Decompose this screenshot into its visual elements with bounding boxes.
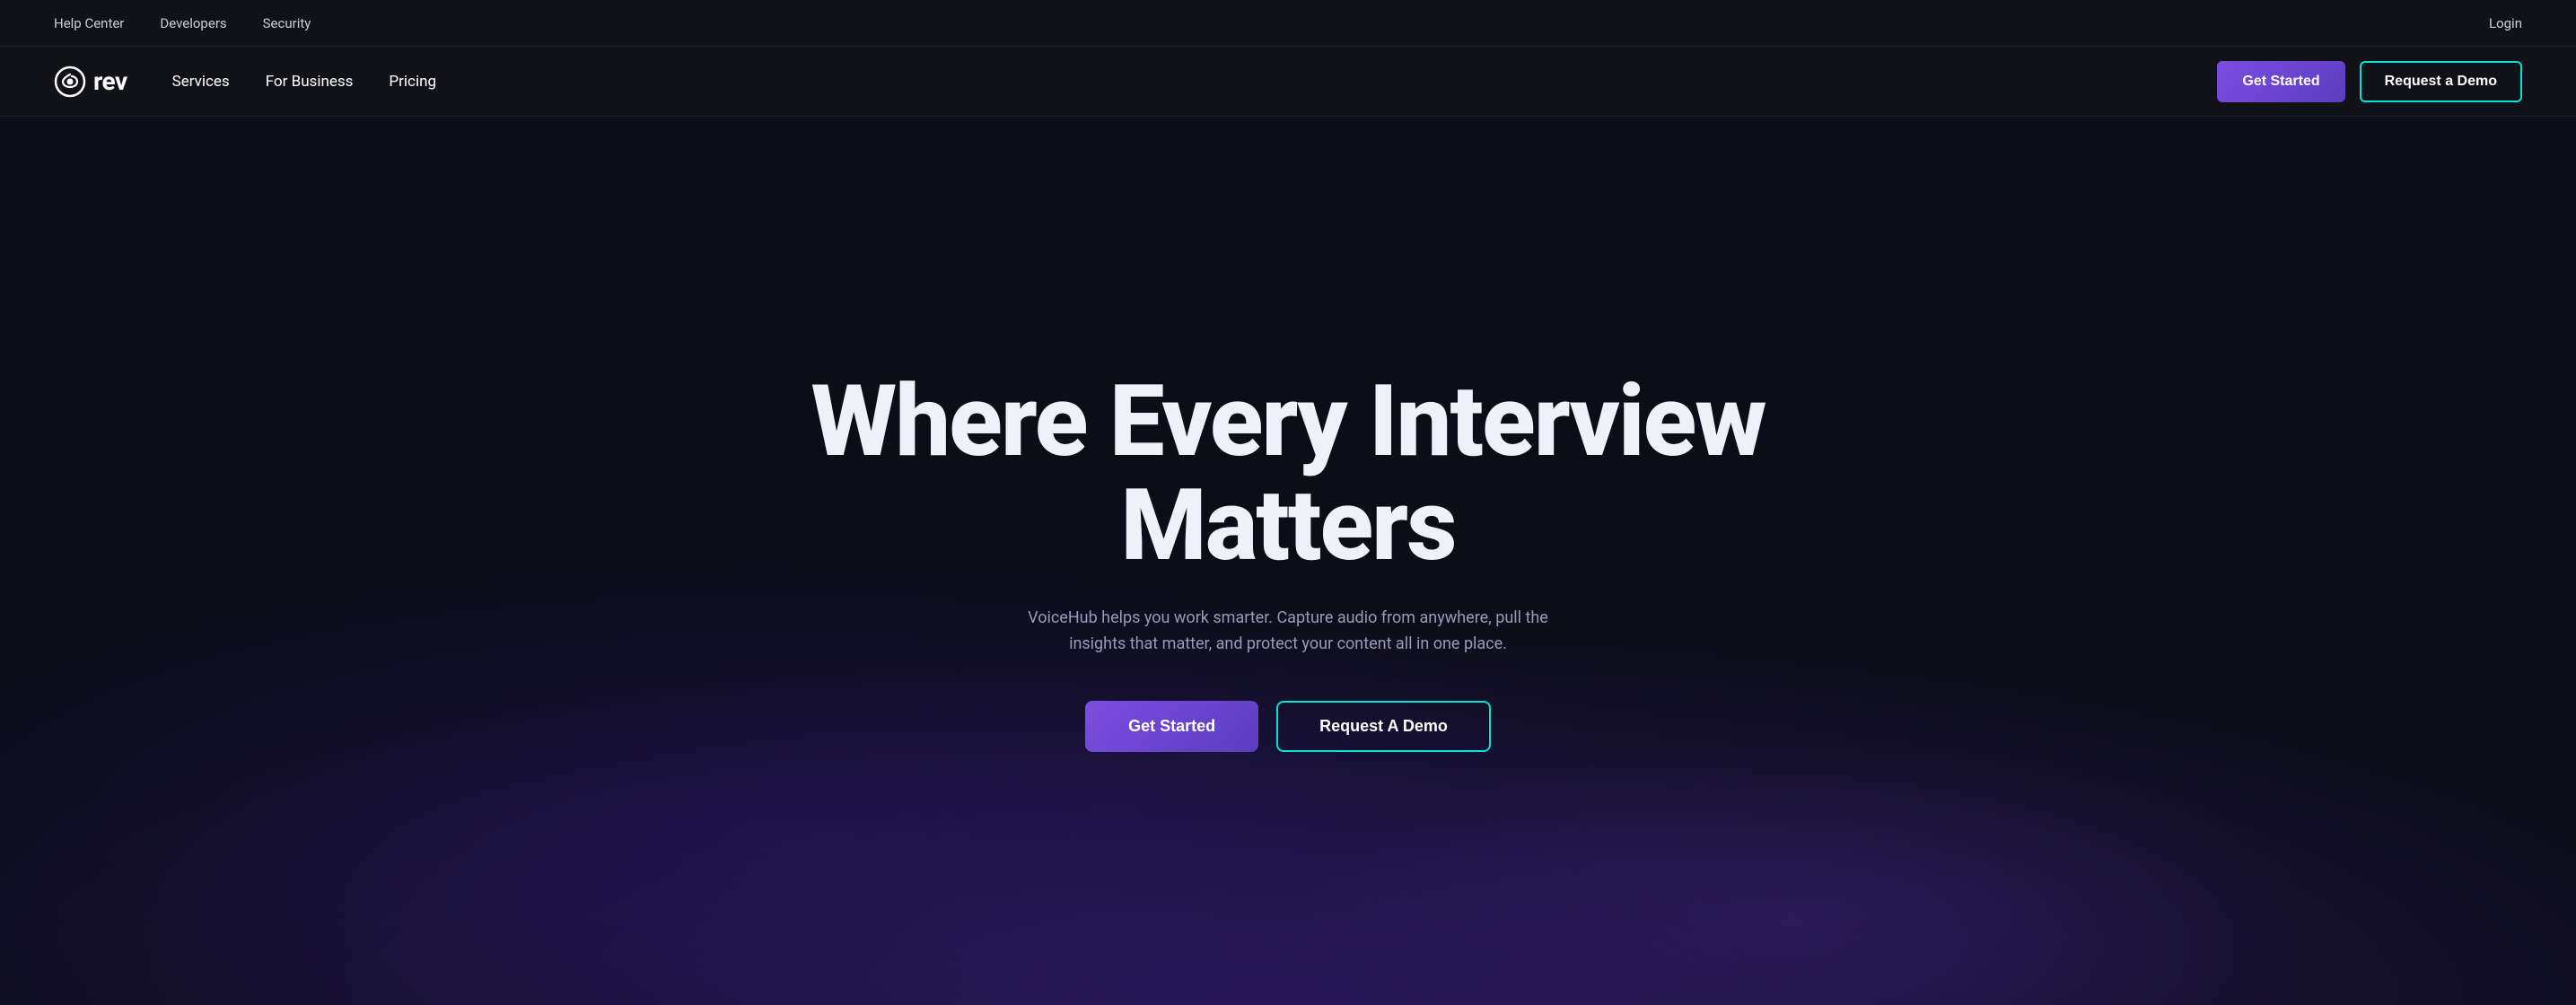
pricing-nav-link[interactable]: Pricing — [389, 73, 436, 91]
security-link[interactable]: Security — [263, 15, 311, 31]
services-nav-link[interactable]: Services — [172, 73, 230, 91]
hero-section: Where Every Interview Matters VoiceHub h… — [0, 117, 2576, 1005]
for-business-nav-link[interactable]: For Business — [266, 73, 354, 91]
top-bar-links: Help Center Developers Security — [54, 15, 311, 31]
nav-left: rev Services For Business Pricing — [54, 66, 436, 98]
logo-text: rev — [93, 66, 127, 96]
logo[interactable]: rev — [54, 66, 127, 98]
help-center-link[interactable]: Help Center — [54, 15, 124, 31]
rev-logo-icon — [54, 66, 86, 98]
nav-request-demo-button[interactable]: Request a Demo — [2360, 61, 2522, 102]
login-link[interactable]: Login — [2489, 15, 2522, 31]
hero-subtitle: VoiceHub helps you work smarter. Capture… — [1019, 606, 1557, 658]
hero-get-started-button[interactable]: Get Started — [1085, 701, 1258, 752]
hero-request-demo-button[interactable]: Request A Demo — [1276, 701, 1491, 752]
developers-link[interactable]: Developers — [160, 15, 226, 31]
hero-title: Where Every Interview Matters — [660, 370, 1916, 577]
nav-links: Services For Business Pricing — [172, 73, 436, 91]
top-bar: Help Center Developers Security Login — [0, 0, 2576, 47]
hero-buttons: Get Started Request A Demo — [1085, 701, 1491, 752]
main-nav: rev Services For Business Pricing Get St… — [0, 47, 2576, 117]
nav-get-started-button[interactable]: Get Started — [2217, 61, 2344, 102]
nav-right: Get Started Request a Demo — [2217, 61, 2522, 102]
